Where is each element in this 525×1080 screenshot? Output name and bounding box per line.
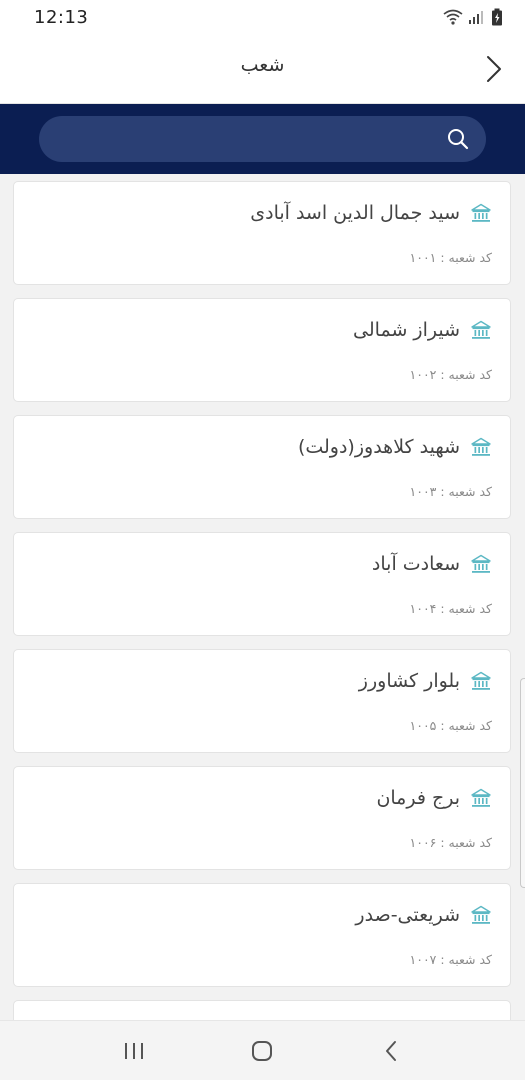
bank-icon — [471, 320, 491, 339]
branch-card[interactable]: شریعتی-صدر کد شعبه : ۱۰۰۷ — [13, 883, 511, 987]
branch-code: کد شعبه : ۱۰۰۲ — [409, 367, 492, 382]
system-nav-bar — [0, 1020, 525, 1080]
app-header: شعب — [0, 34, 525, 104]
chevron-right-icon — [487, 56, 501, 82]
bank-icon — [471, 788, 491, 807]
branch-name: شهید کلاهدوز(دولت) — [297, 436, 460, 458]
branch-name: برج فرمان — [376, 787, 460, 809]
branch-name: سید جمال الدین اسد آبادی — [250, 202, 460, 224]
branch-code: کد شعبه : ۱۰۰۷ — [409, 952, 492, 967]
branch-name: شریعتی-صدر — [355, 904, 460, 926]
branch-card[interactable]: بلوار کشاورز کد شعبه : ۱۰۰۵ — [13, 649, 511, 753]
search-icon[interactable] — [446, 127, 470, 151]
branch-code: کد شعبه : ۱۰۰۳ — [409, 484, 492, 499]
branch-title-row: شریعتی-صدر — [355, 904, 492, 926]
branch-code: کد شعبه : ۱۰۰۱ — [409, 250, 492, 265]
bank-icon — [471, 554, 491, 573]
branch-name: بلوار کشاورز — [358, 670, 460, 692]
home-button[interactable] — [242, 1031, 282, 1071]
signal-icon — [469, 11, 483, 24]
search-input[interactable] — [39, 116, 486, 162]
page-title: شعب — [240, 54, 285, 76]
branch-code: کد شعبه : ۱۰۰۵ — [409, 718, 492, 733]
branch-card[interactable]: شهید کلاهدوز(دولت) کد شعبه : ۱۰۰۳ — [13, 415, 511, 519]
branch-title-row: سید جمال الدین اسد آبادی — [250, 202, 492, 224]
back-icon — [385, 1040, 396, 1061]
system-back-button[interactable] — [371, 1031, 411, 1071]
battery-icon — [492, 8, 502, 26]
bank-icon — [471, 437, 491, 456]
branch-title-row: شیراز شمالی — [353, 319, 492, 341]
branch-title-row: شهید کلاهدوز(دولت) — [298, 436, 492, 458]
bank-icon — [471, 203, 491, 222]
bank-icon — [471, 905, 491, 924]
back-button[interactable] — [479, 51, 509, 87]
branch-card[interactable]: سعادت آباد کد شعبه : ۱۰۰۴ — [13, 532, 511, 636]
branch-card[interactable]: سید جمال الدین اسد آبادی کد شعبه : ۱۰۰۱ — [13, 181, 511, 285]
search-band — [0, 104, 525, 174]
status-bar: 12:13 — [0, 0, 525, 34]
bank-icon — [471, 671, 491, 690]
branch-name: سعادت آباد — [371, 553, 460, 575]
status-icons — [443, 8, 503, 26]
search-field — [39, 116, 486, 162]
branch-card-partial[interactable] — [13, 1000, 511, 1020]
scrollbar[interactable] — [520, 678, 525, 888]
branch-code: کد شعبه : ۱۰۰۴ — [409, 601, 492, 616]
branch-title-row: سعادت آباد — [372, 553, 492, 575]
branch-code: کد شعبه : ۱۰۰۶ — [409, 835, 492, 850]
branch-card[interactable]: شیراز شمالی کد شعبه : ۱۰۰۲ — [13, 298, 511, 402]
wifi-icon — [443, 9, 463, 25]
recents-button[interactable] — [114, 1031, 154, 1071]
branch-list: سید جمال الدین اسد آبادی کد شعبه : ۱۰۰۱ … — [0, 174, 525, 1020]
branch-title-row: برج فرمان — [376, 787, 492, 809]
home-icon — [252, 1040, 273, 1061]
status-time: 12:13 — [34, 6, 89, 28]
branch-card[interactable]: برج فرمان کد شعبه : ۱۰۰۶ — [13, 766, 511, 870]
branch-name: شیراز شمالی — [353, 319, 460, 341]
recents-icon — [125, 1042, 144, 1059]
branch-title-row: بلوار کشاورز — [359, 670, 492, 692]
